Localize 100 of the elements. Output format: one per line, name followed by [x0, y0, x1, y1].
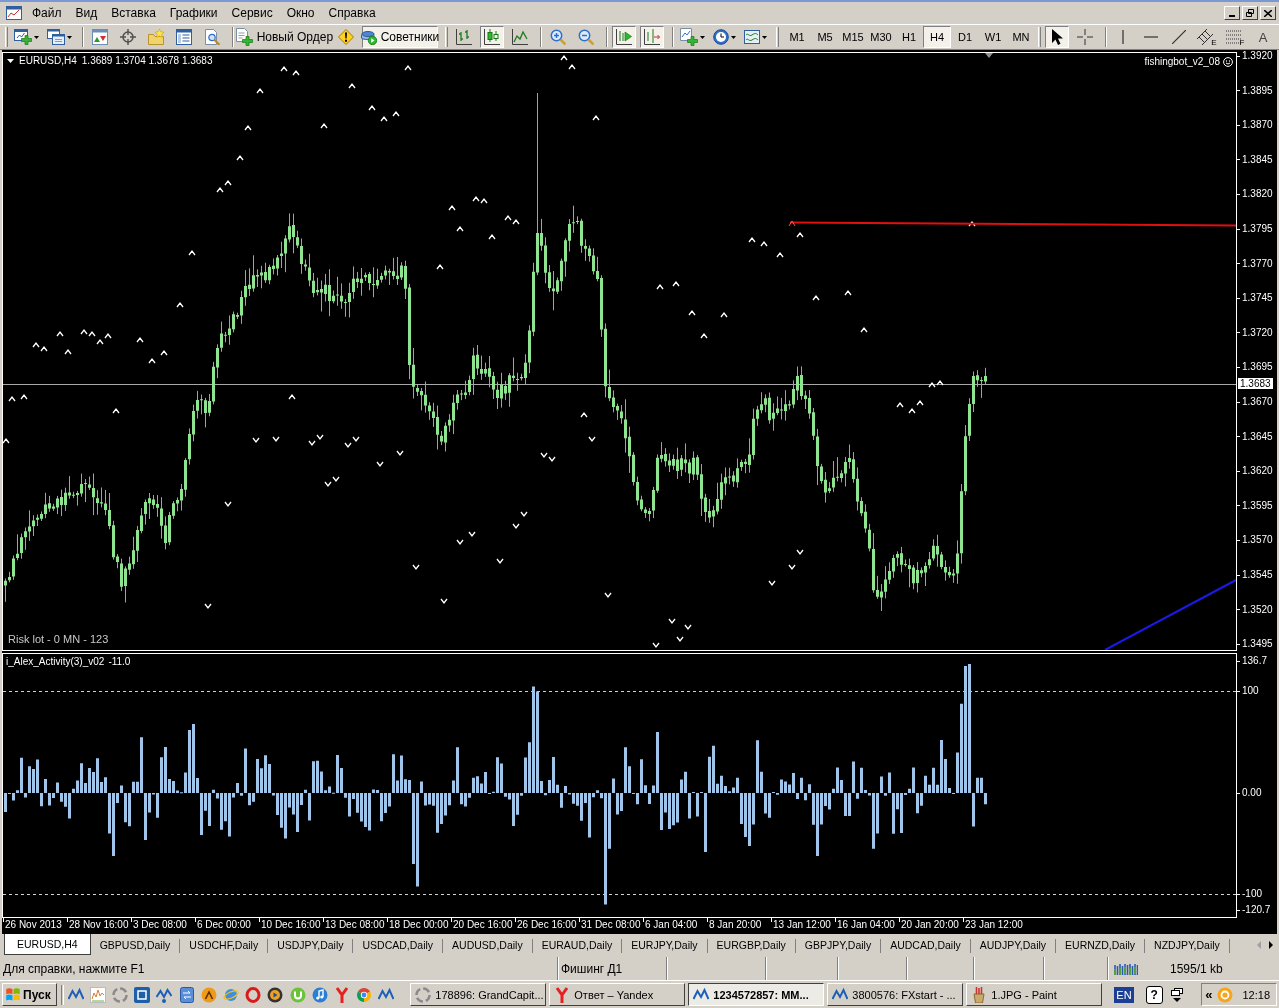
menu-item[interactable]: Сервис — [224, 4, 280, 22]
minimize-button[interactable] — [1224, 6, 1240, 20]
price-axis-label: 1.3670 — [1237, 396, 1273, 408]
caret-icon — [33, 35, 39, 39]
chart-tab[interactable]: USDJPY,Daily — [268, 935, 353, 955]
chart-tab[interactable]: EURUSD,H4 — [4, 934, 91, 955]
language-indicator[interactable]: EN — [1114, 986, 1134, 1003]
chart-shift-button[interactable] — [639, 26, 664, 48]
timeframe-button[interactable]: W1 — [979, 26, 1007, 48]
taskbar-window-button[interactable]: 1234572857: MM... — [688, 983, 825, 1006]
profile-name: Фишинг Д1 — [558, 957, 667, 980]
dashed-ring-icon — [415, 986, 432, 1003]
wheel-icon[interactable] — [356, 986, 373, 1003]
tray-expand-button[interactable]: « — [1205, 987, 1213, 1002]
price-axis-label: 1.3895 — [1237, 84, 1273, 97]
timeframe-button[interactable]: M15 — [839, 26, 867, 48]
taskbar-window-button[interactable]: Ответ – Yandex — [549, 983, 686, 1006]
timeframe-button[interactable]: D1 — [951, 26, 979, 48]
vertical-line-icon — [1121, 30, 1124, 44]
menu-item[interactable]: Файл — [25, 4, 69, 22]
window-plus-icon — [13, 29, 32, 45]
music-note-icon[interactable] — [311, 986, 328, 1003]
refresh-tile-icon[interactable] — [178, 986, 195, 1003]
chart-tab[interactable]: USDCAD,Daily — [353, 935, 443, 955]
trend-line-icon — [1171, 30, 1186, 44]
document-magnifier-icon — [203, 29, 220, 45]
timeframe-button[interactable]: M30 — [867, 26, 895, 48]
chart-tab[interactable]: EURGBP,Daily — [707, 935, 795, 955]
chart-tab[interactable]: NZDJPY,Daily — [1145, 935, 1229, 955]
warning-icon — [338, 29, 355, 45]
new-chart-button[interactable] — [11, 26, 41, 48]
start-button[interactable]: Пуск — [2, 983, 57, 1006]
candlestick-chart-button[interactable] — [479, 26, 504, 48]
taskbar-window-button[interactable]: 1.JPG - Paint — [966, 983, 1103, 1006]
chart-tab[interactable]: EURNZD,Daily — [1056, 935, 1145, 955]
brush-cup-icon — [971, 986, 988, 1003]
horizontal-line-icon — [1143, 36, 1158, 38]
menu-item[interactable]: Вставка — [104, 4, 163, 22]
help-button[interactable]: ? — [1145, 985, 1163, 1004]
tile-icon[interactable] — [134, 986, 151, 1003]
auto-scroll-button[interactable] — [611, 26, 636, 48]
chart-tab[interactable]: EURJPY,Daily — [622, 935, 707, 955]
chart-tab[interactable]: AUDCAD,Daily — [881, 935, 970, 955]
document-plus-icon — [234, 28, 253, 46]
chart-quote: 1.3689 1.3704 1.3678 1.3683 — [81, 55, 213, 66]
menu-item[interactable]: Вид — [68, 4, 105, 22]
fibonacci-button[interactable]: F — [1223, 26, 1248, 48]
periods-button[interactable] — [710, 26, 738, 48]
timeframe-button[interactable]: M1 — [783, 26, 811, 48]
cursor-button[interactable] — [1044, 26, 1069, 48]
list-window-icon — [175, 29, 192, 45]
experts-button[interactable]: Советники — [362, 26, 438, 48]
caret-icon — [699, 35, 705, 39]
window-switch-icon[interactable] — [1170, 987, 1183, 1002]
timeframe-button[interactable]: M5 — [811, 26, 839, 48]
price-axis-label: 1.3520 — [1237, 603, 1273, 616]
chart-tab[interactable]: GBPJPY,Daily — [795, 935, 881, 955]
clock: 12:18 — [1242, 988, 1270, 1001]
indicator-name: i_Alex_Activity(3)_v02 — [6, 656, 105, 667]
traffic-text: 1595/1 kb — [1170, 961, 1223, 976]
close-button[interactable] — [1260, 6, 1276, 20]
channel-icon — [1197, 29, 1214, 45]
taskbar-window-button[interactable]: 3800576: FXstart - ... — [827, 983, 964, 1006]
wave-icon[interactable] — [156, 986, 173, 1003]
price-axis-label: 1.3795 — [1237, 223, 1273, 235]
chart-tab[interactable]: EURAUD,Daily — [532, 935, 622, 955]
price-axis-label: 1.3595 — [1237, 499, 1273, 512]
indicator-plus-icon — [679, 28, 698, 46]
chart-tab[interactable]: USDCHF,Daily — [180, 935, 268, 955]
menu-item[interactable]: Окно — [279, 4, 322, 22]
chart-tab[interactable]: GBPUSD,Daily — [90, 935, 180, 955]
text-tool-button[interactable]: A — [1251, 26, 1276, 48]
timeframe-button[interactable]: H1 — [895, 26, 923, 48]
chart-tab[interactable]: AUDUSD,Daily — [443, 935, 532, 955]
timeframe-button[interactable]: MN — [1007, 26, 1035, 48]
quotes-window-icon — [91, 29, 108, 45]
menu-item[interactable]: Справка — [321, 4, 383, 22]
shift-marker-icon[interactable] — [985, 53, 993, 58]
ring-icon[interactable] — [245, 986, 262, 1003]
chart-card-icon[interactable] — [89, 986, 106, 1003]
indicators-button[interactable] — [677, 26, 707, 48]
close-icon — [1264, 9, 1272, 17]
peak-disc-icon[interactable] — [200, 986, 217, 1003]
scroll-right-icon[interactable] — [1269, 941, 1273, 949]
current-price-label: 1.3683 — [1238, 378, 1273, 389]
chart-tab[interactable]: AUDJPY,Daily — [970, 935, 1056, 955]
minimize-icon — [1229, 15, 1235, 17]
expert-name: fishingbot_v2_08 — [1144, 56, 1220, 67]
profiles-button[interactable] — [44, 26, 74, 48]
restore-button[interactable] — [1242, 6, 1258, 20]
play-icon[interactable] — [267, 986, 284, 1003]
price-axis-label: 1.3770 — [1237, 257, 1273, 270]
timeframe-button[interactable]: H4 — [923, 26, 951, 48]
chart-comment: Risk lot - 0 MN - 123 — [8, 633, 109, 645]
menu-item[interactable]: Графики — [162, 4, 225, 22]
channel-button[interactable]: E — [1194, 26, 1220, 48]
taskbar-window-button[interactable]: 178896: GrandCapit... — [410, 983, 547, 1006]
new-order-button[interactable]: Новый Ордер — [237, 26, 331, 48]
fork-icon[interactable] — [333, 986, 350, 1003]
chart-symbol: EURUSD,H4 — [19, 55, 77, 66]
